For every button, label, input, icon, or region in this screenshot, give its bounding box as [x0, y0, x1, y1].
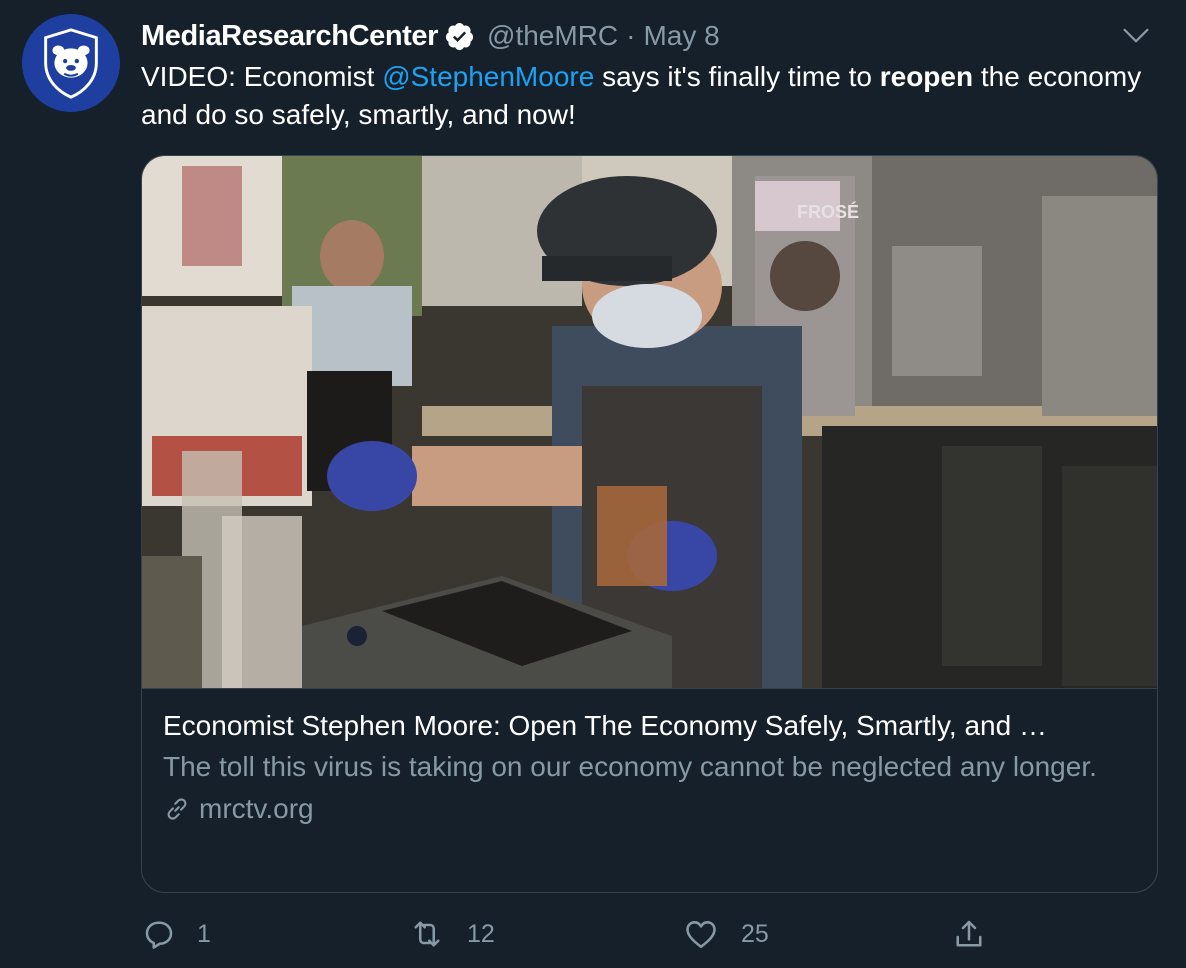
separator-dot: ·: [626, 20, 636, 51]
card-image[interactable]: FROSÉ: [142, 156, 1157, 689]
bulldog-logo-icon: [44, 28, 98, 99]
share-button[interactable]: [951, 912, 987, 956]
tweet-text: VIDEO: Economist @StephenMoore says it's…: [141, 58, 1151, 134]
share-icon: [956, 920, 982, 947]
card-description: The toll this virus is taking on our eco…: [163, 751, 1097, 782]
card-title: Economist Stephen Moore: Open The Econom…: [163, 710, 1047, 741]
link-card[interactable]: FROSÉ Economist Stephen Moore: Open The …: [141, 155, 1158, 893]
display-name[interactable]: MediaResearchCenter: [141, 20, 438, 53]
video-thumbnail: FROSÉ: [142, 156, 1157, 688]
verified-badge-icon: [444, 21, 475, 52]
retweet-button[interactable]: 12: [409, 912, 495, 956]
reply-icon: [145, 921, 173, 949]
link-icon: [163, 795, 191, 823]
reply-count: 1: [197, 919, 211, 948]
card-domain: mrctv.org: [163, 791, 1127, 827]
reply-button[interactable]: 1: [141, 912, 211, 956]
tweet-actions: 1 12 25: [141, 912, 1001, 956]
like-count: 25: [741, 919, 769, 948]
user-handle[interactable]: @theMRC: [487, 20, 618, 52]
tweet-text-bold: reopen: [879, 61, 974, 92]
retweet-count: 12: [467, 919, 495, 948]
tweet-header: MediaResearchCenter @theMRC · May 8: [141, 14, 720, 58]
tweet[interactable]: MediaResearchCenter @theMRC · May 8 VIDE…: [0, 0, 1186, 968]
card-domain-text: mrctv.org: [199, 793, 314, 824]
tweet-text-part: says it's finally time to: [594, 61, 880, 92]
frose-sign-text: FROSÉ: [797, 201, 859, 222]
card-body: Economist Stephen Moore: Open The Econom…: [163, 708, 1127, 827]
chevron-down-icon[interactable]: [1120, 24, 1152, 48]
heart-icon: [686, 921, 716, 949]
tweet-date[interactable]: May 8: [643, 20, 719, 52]
tweet-text-part: VIDEO: Economist: [141, 61, 383, 92]
retweet-icon: [414, 921, 440, 947]
avatar[interactable]: [22, 14, 120, 112]
like-button[interactable]: 25: [683, 912, 769, 956]
mention-link[interactable]: @StephenMoore: [382, 61, 594, 92]
